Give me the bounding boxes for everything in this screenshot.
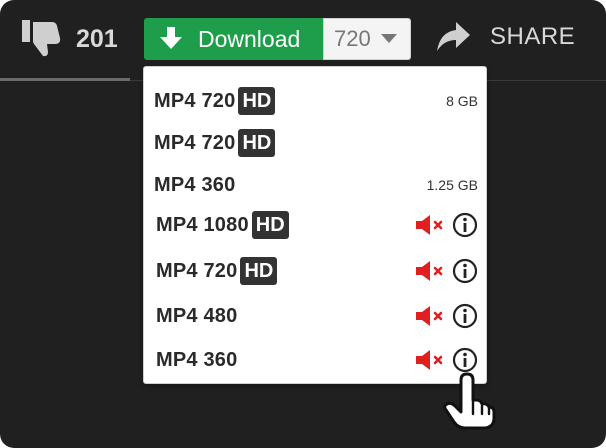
chevron-down-icon — [380, 34, 397, 43]
share-button[interactable]: SHARE — [436, 20, 575, 54]
download-quality-menu: MP4 720 HD 8 GB MP4 720 HD MP4 360 1.25 … — [143, 66, 487, 384]
info-icon[interactable] — [452, 303, 478, 329]
menu-item[interactable]: MP4 720 HD — [144, 251, 486, 291]
file-size: 1.25 GB — [426, 177, 478, 193]
quality-value: 720 — [334, 26, 371, 51]
download-button[interactable]: Download — [144, 18, 323, 60]
menu-item[interactable]: MP4 1080 HD — [144, 205, 486, 245]
row-icons — [416, 258, 478, 284]
file-size: 8 GB — [446, 93, 478, 109]
info-icon[interactable] — [452, 212, 478, 238]
hd-badge: HD — [251, 211, 289, 239]
format-label: MP4 480 — [156, 304, 238, 327]
muted-speaker-icon — [416, 261, 443, 281]
download-arrow-icon — [160, 27, 182, 49]
menu-item[interactable]: MP4 360 — [144, 340, 486, 380]
video-page-frame: 201 Download 720 SHARE MP4 720 HD 8 GB M… — [0, 0, 606, 448]
info-icon[interactable] — [452, 258, 478, 284]
menu-item[interactable]: MP4 720 HD — [144, 123, 486, 163]
active-tab-indicator — [0, 78, 130, 81]
hd-badge: HD — [238, 129, 276, 157]
muted-speaker-icon — [416, 215, 443, 235]
share-label: SHARE — [490, 23, 576, 50]
format-label: MP4 1080 — [156, 213, 249, 236]
muted-speaker-icon — [416, 350, 443, 370]
format-label: MP4 720 — [154, 89, 236, 112]
hd-badge: HD — [238, 87, 276, 115]
row-icons — [416, 303, 478, 329]
dislike-count: 201 — [76, 24, 118, 53]
menu-item[interactable]: MP4 720 HD 8 GB — [144, 81, 486, 121]
format-label: MP4 720 — [156, 259, 238, 282]
hd-badge: HD — [240, 257, 278, 285]
thumbs-down-icon — [22, 20, 61, 57]
download-label: Download — [198, 25, 301, 52]
quality-select[interactable]: 720 — [323, 18, 411, 60]
share-arrow-icon — [437, 22, 470, 51]
muted-speaker-icon — [416, 306, 443, 326]
format-label: MP4 360 — [156, 348, 238, 371]
dislike-button[interactable]: 201 — [22, 20, 118, 58]
format-label: MP4 360 — [154, 173, 236, 196]
format-label: MP4 720 — [154, 131, 236, 154]
row-icons — [416, 212, 478, 238]
hand-pointer-icon — [443, 372, 496, 430]
menu-item[interactable]: MP4 360 1.25 GB — [144, 165, 486, 205]
menu-item[interactable]: MP4 480 — [144, 296, 486, 336]
